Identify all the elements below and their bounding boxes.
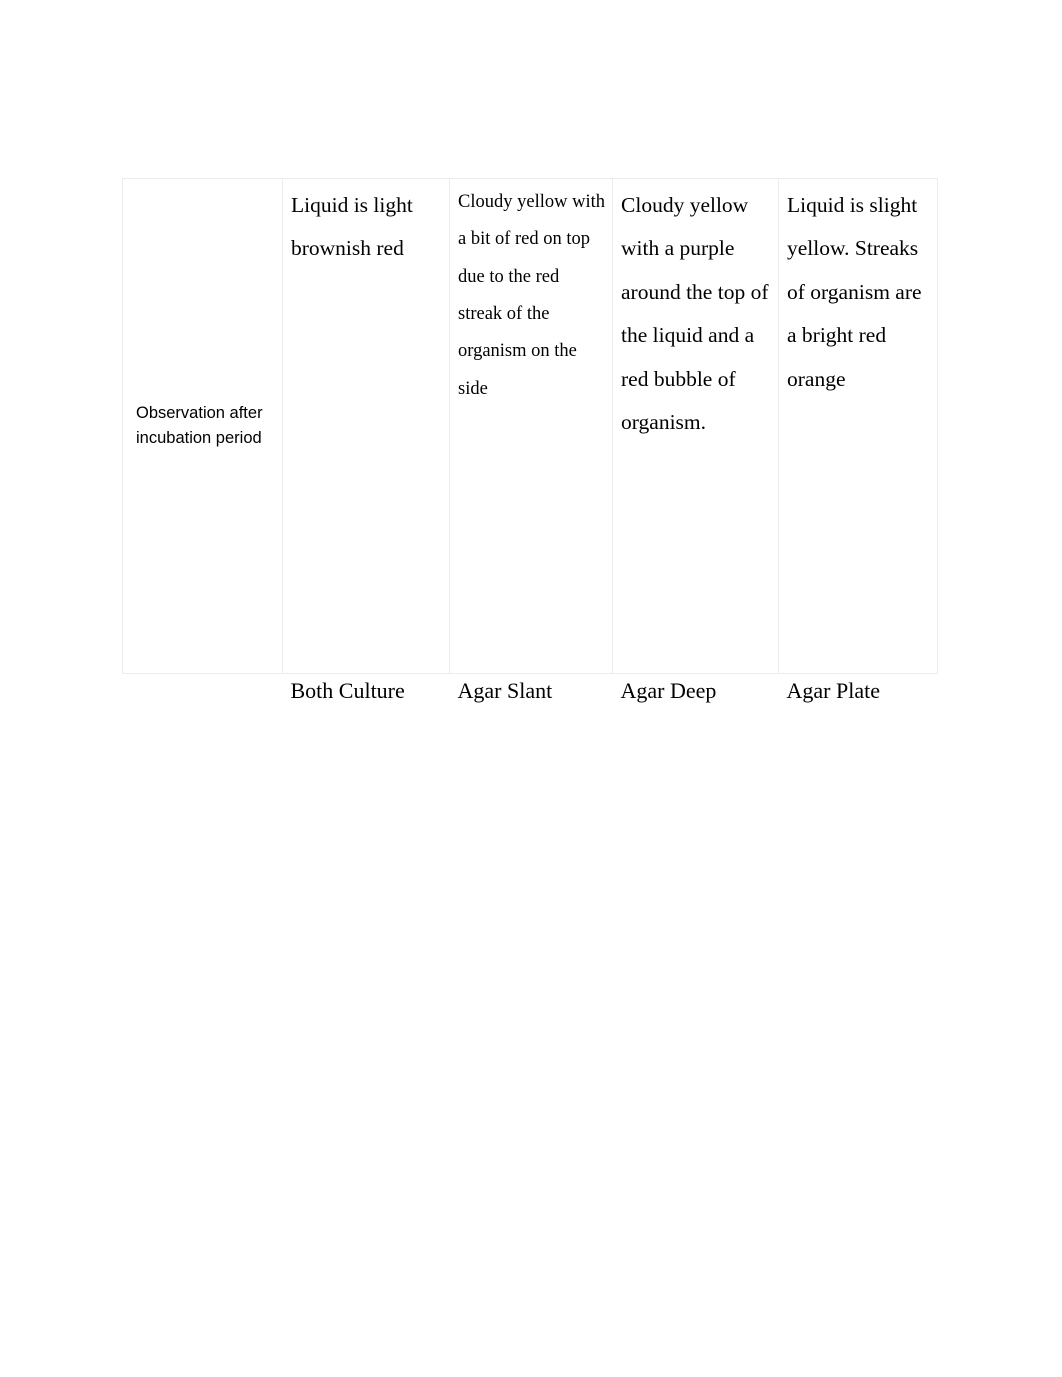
table-row-footer-captions: Both Culture Agar Slant Agar Deep Agar P… bbox=[123, 674, 938, 715]
footer-label-agar-deep: Agar Deep bbox=[620, 678, 717, 703]
cell-text-agar-plate: Liquid is slight yellow. Streaks of orga… bbox=[787, 193, 922, 391]
footer-cell-blank bbox=[123, 674, 283, 715]
footer-label-broth-culture: Both Culture bbox=[290, 678, 405, 703]
cell-agar-slant: Cloudy yellow with a bit of red on top d… bbox=[449, 178, 613, 674]
footer-label-agar-plate: Agar Plate bbox=[786, 678, 880, 703]
observation-table: Observation after incubation period Liqu… bbox=[122, 178, 938, 714]
cell-agar-plate: Liquid is slight yellow. Streaks of orga… bbox=[778, 178, 938, 674]
cell-text-agar-deep: Cloudy yellow with a purple around the t… bbox=[621, 193, 769, 435]
cell-text-agar-slant: Cloudy yellow with a bit of red on top d… bbox=[458, 192, 605, 399]
footer-cell-broth-culture: Both Culture bbox=[283, 674, 450, 715]
row-header-cell-observation: Observation after incubation period bbox=[122, 178, 283, 674]
footer-cell-agar-slant: Agar Slant bbox=[450, 674, 613, 715]
cell-agar-deep: Cloudy yellow with a purple around the t… bbox=[612, 178, 779, 674]
footer-label-agar-slant: Agar Slant bbox=[457, 678, 553, 703]
footer-cell-agar-plate: Agar Plate bbox=[779, 674, 938, 715]
row-header-label: Observation after incubation period bbox=[136, 403, 263, 447]
cell-text-broth-culture: Liquid is light brownish red bbox=[291, 193, 413, 261]
table-row-observation: Observation after incubation period Liqu… bbox=[122, 178, 938, 674]
document-canvas: Observation after incubation period Liqu… bbox=[0, 0, 1062, 1377]
footer-cell-agar-deep: Agar Deep bbox=[613, 674, 779, 715]
cell-broth-culture: Liquid is light brownish red bbox=[282, 178, 450, 674]
